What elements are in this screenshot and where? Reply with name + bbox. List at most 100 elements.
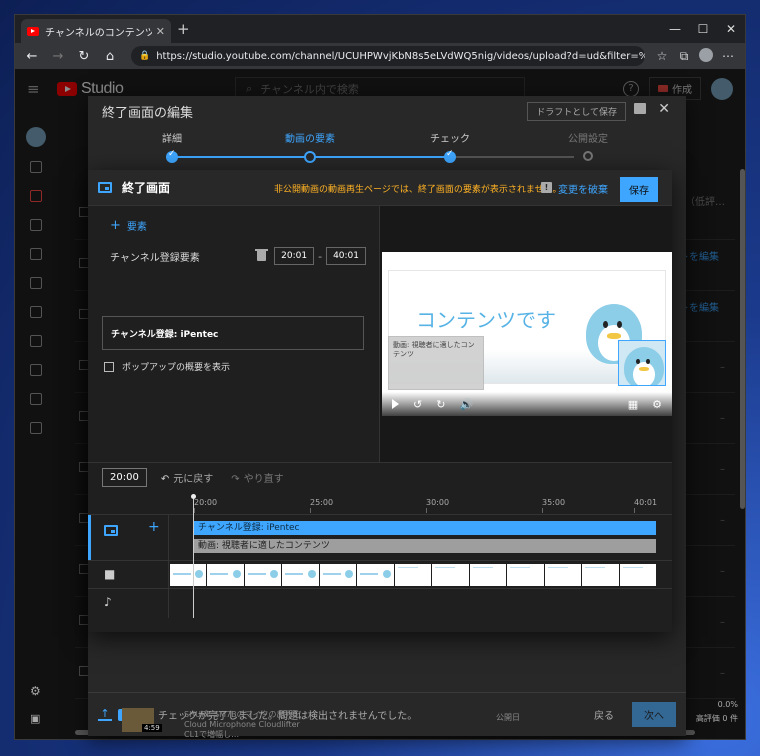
url-field[interactable]: 🔒 https://studio.youtube.com/channel/UCU… [131, 46, 645, 66]
feedback-icon[interactable]: ▣ [30, 712, 40, 725]
grid-icon[interactable]: ▦ [628, 398, 638, 411]
window-controls: — ☐ ✕ [661, 15, 745, 43]
volume-icon[interactable]: 🔊 [459, 398, 473, 411]
redo-label: やり直す [243, 474, 284, 485]
vertical-scrollbar[interactable] [740, 169, 745, 509]
save-button[interactable]: 保存 [620, 177, 658, 202]
video-track: ■ [88, 560, 672, 588]
video-duration: 4:59 [142, 724, 162, 732]
background-video-row: 4:59 SHURE SM7Bのマイクの出力を Cloud Microphone… [110, 708, 710, 739]
minimize-icon[interactable]: — [661, 15, 689, 43]
step-checks[interactable]: チェック [410, 130, 490, 163]
forward-icon[interactable]: ↻ [436, 398, 445, 411]
step-label: 詳細 [162, 134, 182, 145]
timeline-toolbar: 20:00 ↶ 元に戻す ↷ やり直す [88, 462, 672, 492]
step-label: 動画の要素 [285, 134, 335, 145]
step-current-icon [304, 151, 316, 163]
channel-element-overlay[interactable] [618, 340, 666, 386]
discard-button[interactable]: 変更を破棄 [558, 181, 608, 196]
wizard-header: 終了画面の編集 ドラフトとして保存 ✕ [88, 96, 686, 126]
step-label: チェック [430, 134, 470, 145]
favorite-icon[interactable]: ☆ [651, 49, 673, 63]
undo-label: 元に戻す [173, 474, 214, 485]
video-thumbnails[interactable] [170, 564, 657, 586]
element-row: チャンネル登録要素 20:01 - 40:01 [110, 246, 366, 266]
player-controls: ↺ ↻ 🔊 ▦ ⚙ [382, 392, 672, 416]
browser-tab[interactable]: チャンネルのコンテンツ - YouTube St ✕ [21, 19, 171, 43]
end-screen-editor: 終了画面 非公開動画の動画再生ページでは、終了画面の要素が表示されません。 ! … [88, 170, 672, 632]
trash-icon[interactable] [255, 249, 269, 261]
address-bar: ← → ↻ ⌂ 🔒 https://studio.youtube.com/cha… [15, 43, 745, 69]
tick-label: 25:00 [310, 498, 334, 513]
redo-icon: ↷ [231, 474, 240, 485]
step-details[interactable]: 詳細 [132, 130, 212, 163]
step-video-elements[interactable]: 動画の要素 [270, 130, 350, 163]
channel-avatar-image [624, 347, 664, 385]
start-time-input[interactable]: 20:01 [274, 247, 315, 265]
editor-header: 終了画面 非公開動画の動画再生ページでは、終了画面の要素が表示されません。 ! … [88, 170, 672, 206]
profile-icon[interactable] [695, 47, 717, 65]
save-draft-button[interactable]: ドラフトとして保存 [527, 102, 626, 121]
redo-button[interactable]: ↷ やり直す [231, 470, 283, 485]
close-icon[interactable]: ✕ [658, 101, 670, 117]
tick-label: 40:01 [634, 498, 658, 513]
add-element-button[interactable]: + 要素 [110, 218, 147, 233]
add-track-element-icon[interactable]: + [148, 519, 160, 535]
video-element-bar[interactable]: 動画: 視聴者に適したコンテンツ [194, 539, 656, 553]
undo-button[interactable]: ↶ 元に戻す [161, 470, 213, 485]
channel-element-bar[interactable]: チャンネル登録: iPentec [194, 521, 656, 535]
video-preview[interactable]: コンテンツです 動画: 視聴者に適したコンテンツ ↺ ↻ 🔊 ▦ ⚙ [382, 252, 672, 416]
tick-label: 35:00 [542, 498, 566, 513]
collections-icon[interactable]: ⧉ [673, 49, 695, 64]
tick-label: 30:00 [426, 498, 450, 513]
step-done-icon [444, 149, 456, 163]
preview-panel: コンテンツです 動画: 視聴者に適したコンテンツ ↺ ↻ 🔊 ▦ ⚙ [380, 206, 672, 462]
end-time-input[interactable]: 40:01 [326, 247, 366, 265]
time-separator: - [318, 249, 323, 263]
channel-select-field[interactable]: チャンネル登録: iPentec [102, 316, 364, 350]
wizard-title: 終了画面の編集 [102, 105, 194, 121]
step-pending-icon [583, 151, 593, 161]
add-element-label: 要素 [126, 222, 147, 233]
close-window-icon[interactable]: ✕ [717, 15, 745, 43]
current-time-input[interactable]: 20:00 [102, 468, 147, 487]
end-screen-icon [98, 182, 112, 193]
settings-icon[interactable]: ⚙ [652, 398, 662, 411]
popup-label: ポップアップの概要を表示 [122, 363, 231, 373]
step-visibility[interactable]: 公開設定 [548, 130, 628, 161]
tab-strip: チャンネルのコンテンツ - YouTube St ✕ + — ☐ ✕ [15, 15, 745, 43]
audio-track: ♪ [88, 588, 672, 618]
element-name: チャンネル登録要素 [110, 252, 200, 264]
step-label: 公開設定 [568, 134, 608, 145]
popup-option[interactable]: ポップアップの概要を表示 [104, 360, 230, 373]
youtube-favicon-icon [27, 26, 39, 36]
tab-close-icon[interactable]: ✕ [156, 25, 165, 38]
preview-text: コンテンツです [416, 310, 556, 332]
home-icon[interactable]: ⌂ [99, 49, 121, 64]
maximize-icon[interactable]: ☐ [689, 15, 717, 43]
private-warning: 非公開動画の動画再生ページでは、終了画面の要素が表示されません。 [274, 185, 562, 195]
video-title[interactable]: SHURE SM7Bのマイクの出力を Cloud Microphone Clou… [184, 710, 314, 740]
step-done-icon [166, 149, 178, 163]
plus-icon: + [110, 218, 121, 233]
more-icon[interactable]: ⋯ [717, 49, 739, 63]
reload-icon[interactable]: ↻ [73, 49, 95, 64]
element-panel: + 要素 チャンネル登録要素 20:01 - 40:01 チャンネル登録: iP… [88, 206, 380, 462]
popup-checkbox[interactable] [104, 361, 114, 372]
new-tab-icon[interactable]: + [177, 20, 190, 38]
tab-title: チャンネルのコンテンツ - YouTube St [45, 27, 152, 39]
rewind-icon[interactable]: ↺ [413, 398, 422, 411]
feedback-icon[interactable]: ! [541, 182, 552, 193]
video-element-overlay[interactable]: 動画: 視聴者に適したコンテンツ [388, 336, 484, 390]
url-text: https://studio.youtube.com/channel/UCUHP… [156, 50, 645, 62]
editor-title: 終了画面 [122, 181, 171, 195]
music-note-icon: ♪ [104, 595, 112, 609]
forward-icon[interactable]: → [47, 49, 69, 64]
back-icon[interactable]: ← [21, 49, 43, 64]
play-icon[interactable] [392, 399, 399, 409]
feedback-icon[interactable] [634, 103, 646, 114]
lock-icon: 🔒 [139, 51, 151, 61]
playhead[interactable] [191, 494, 196, 618]
settings-icon[interactable]: ⚙ [30, 684, 41, 698]
tick-label: 20:00 [194, 498, 218, 513]
